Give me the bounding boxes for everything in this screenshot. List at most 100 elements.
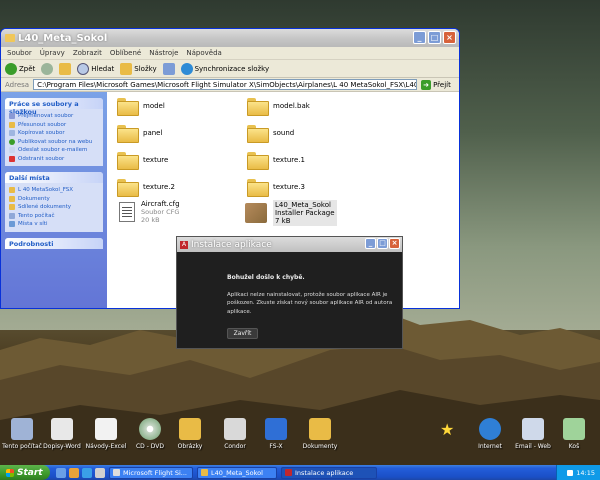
desktop-icon-documents[interactable]: Dokumenty [292, 418, 348, 450]
folder-panel[interactable]: panel [117, 125, 162, 143]
folder-icon [247, 152, 269, 170]
menu-oblibene[interactable]: Oblíbené [110, 49, 141, 57]
place-documents[interactable]: Dokumenty [9, 195, 99, 204]
search-icon [77, 62, 90, 75]
cd-icon [139, 418, 161, 440]
menu-nastroje[interactable]: Nástroje [149, 49, 178, 57]
folder-texture-3[interactable]: texture.3 [247, 179, 305, 197]
glider-icon [224, 418, 246, 440]
close-button[interactable]: × [443, 31, 456, 44]
folder-model-bak[interactable]: model.bak [247, 98, 310, 116]
menu-upravy[interactable]: Úpravy [40, 49, 65, 57]
documents-icon [9, 195, 15, 202]
folder-model[interactable]: model [117, 98, 165, 116]
adobe-air-icon [285, 469, 292, 476]
tray-volume-icon[interactable] [567, 469, 574, 476]
folders-icon [120, 62, 133, 75]
taskbar-item-explorer[interactable]: L40_Meta_Sokol [197, 466, 277, 479]
folder-icon [5, 34, 15, 42]
close-dialog-button[interactable]: Zavřít [227, 327, 258, 339]
sync-icon [180, 62, 193, 75]
folder-texture-2[interactable]: texture.2 [117, 179, 175, 197]
details-panel: Podrobnosti [5, 237, 103, 249]
maximize-button[interactable]: □ [428, 31, 441, 44]
folder-icon [9, 187, 15, 194]
quicklaunch-browser-icon[interactable] [69, 467, 79, 478]
clock[interactable]: 14:15 [576, 469, 595, 477]
details-title[interactable]: Podrobnosti [5, 237, 103, 249]
dialog-maximize-button[interactable]: □ [377, 238, 388, 249]
email-icon [522, 418, 544, 440]
explorer-titlebar[interactable]: L40_Meta_Sokol _ □ × [1, 29, 459, 47]
window-title: L40_Meta_Sokol [18, 32, 108, 44]
move-icon [9, 121, 15, 128]
quick-launch [56, 467, 105, 478]
folders-button[interactable]: Složky [120, 62, 157, 75]
task-rename[interactable]: Přejmenovat soubor [9, 112, 99, 121]
back-button[interactable]: Zpět [5, 62, 35, 75]
folder-texture[interactable]: texture [117, 152, 168, 170]
folder-sound[interactable]: sound [247, 125, 294, 143]
folder-icon [117, 98, 139, 116]
copy-icon [9, 130, 15, 137]
go-arrow-icon: ➜ [421, 79, 432, 90]
task-copy[interactable]: Kopírovat soubor [9, 129, 99, 138]
delete-x-icon [9, 155, 15, 162]
task-move[interactable]: Přesunout soubor [9, 121, 99, 130]
quicklaunch-app-icon[interactable] [95, 467, 105, 478]
file-aircraft-cfg[interactable]: Aircraft.cfg Soubor CFG 20 kB [119, 200, 180, 224]
go-button[interactable]: ➜ Přejít [421, 79, 451, 90]
task-delete[interactable]: Odstranit soubor [9, 155, 99, 164]
desktop-icon-recycle-bin[interactable]: Koš [546, 418, 600, 450]
place-my-computer[interactable]: Tento počítač [9, 212, 99, 221]
dialog-close-button[interactable]: × [389, 238, 400, 249]
forward-arrow-icon[interactable] [41, 62, 54, 75]
taskbar: Start Microsoft Flight Si... L40_Meta_So… [0, 465, 600, 480]
views-icon[interactable] [162, 62, 175, 75]
dialog-titlebar[interactable]: A Instalace aplikace _ □ × [177, 237, 402, 252]
back-arrow-icon [5, 62, 17, 75]
recycle-bin-icon [563, 418, 585, 440]
up-folder-icon[interactable] [59, 62, 72, 75]
menu-bar: Soubor Úpravy Zobrazit Oblíbené Nástroje… [1, 47, 459, 60]
task-email[interactable]: Odeslat soubor e-mailem [9, 146, 99, 155]
config-file-icon [119, 202, 135, 222]
menu-napoveda[interactable]: Nápověda [186, 49, 221, 57]
folder-icon [247, 179, 269, 197]
error-heading: Bohužel došlo k chybě. [227, 274, 305, 281]
minimize-button[interactable]: _ [413, 31, 426, 44]
search-button[interactable]: Hledat [77, 62, 114, 75]
place-parent-folder[interactable]: L 40 MetaSokol_FSX [9, 186, 99, 195]
document-icon [51, 418, 73, 440]
task-publish[interactable]: Publikovat soubor na webu [9, 138, 99, 147]
start-button[interactable]: Start [0, 465, 50, 480]
toolbar: Zpět Hledat Složky Synchronizace složky [1, 60, 459, 78]
place-network[interactable]: Místa v síti [9, 220, 99, 229]
place-shared-documents[interactable]: Sdílené dokumenty [9, 203, 99, 212]
star-icon[interactable]: ★ [440, 420, 454, 439]
menu-zobrazit[interactable]: Zobrazit [73, 49, 102, 57]
sync-button[interactable]: Synchronizace složky [180, 62, 269, 75]
adobe-air-icon: A [180, 240, 188, 249]
folder-icon [117, 152, 139, 170]
globe-icon [9, 138, 15, 145]
spreadsheet-icon [95, 418, 117, 440]
quicklaunch-desktop-icon[interactable] [56, 467, 66, 478]
taskbar-item-air-installer[interactable]: Instalace aplikace [281, 466, 377, 479]
rename-icon [9, 113, 15, 120]
file-tasks-title[interactable]: Práce se soubory a složkou [5, 98, 103, 116]
airplane-icon [265, 418, 287, 440]
install-error-dialog: A Instalace aplikace _ □ × Bohužel došlo… [176, 236, 403, 349]
file-installer-package[interactable]: L40_Meta_Sokol Installer Package 7 kB [245, 200, 337, 226]
menu-soubor[interactable]: Soubor [7, 49, 32, 57]
computer-icon [9, 212, 15, 219]
other-places-title[interactable]: Další místa [5, 172, 103, 183]
quicklaunch-media-icon[interactable] [82, 467, 92, 478]
email-icon [9, 147, 15, 154]
address-input[interactable]: C:\Program Files\Microsoft Games\Microso… [33, 79, 418, 90]
dialog-minimize-button[interactable]: _ [365, 238, 376, 249]
network-icon [9, 221, 15, 228]
address-label: Adresa [5, 80, 30, 89]
taskbar-item-flight-simulator[interactable]: Microsoft Flight Si... [109, 466, 193, 479]
folder-texture-1[interactable]: texture.1 [247, 152, 305, 170]
